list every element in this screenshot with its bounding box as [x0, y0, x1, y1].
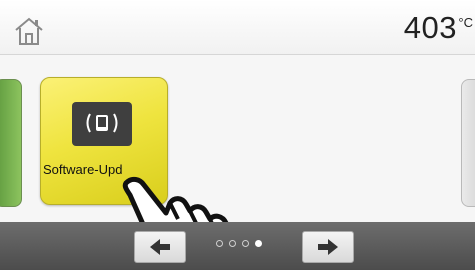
arrow-left-icon: [150, 239, 170, 255]
home-button[interactable]: [12, 16, 46, 46]
page-indicator: [216, 240, 276, 252]
page-dot-3: [242, 240, 249, 247]
page-dot-2: [229, 240, 236, 247]
tile-carousel: Software-Upd: [0, 55, 475, 270]
temperature-unit: °C: [458, 15, 473, 30]
temperature-value: 403: [403, 10, 457, 45]
oven-display-screen: 403 °C Software-Upd: [0, 0, 475, 270]
page-dot-4-active: [255, 240, 262, 247]
top-bar: 403 °C: [0, 0, 475, 55]
page-dot-1: [216, 240, 223, 247]
previous-page-button[interactable]: [134, 231, 186, 263]
previous-tile-partial[interactable]: [0, 79, 22, 207]
arrow-right-icon: [318, 239, 338, 255]
next-tile-partial[interactable]: [461, 79, 475, 207]
bottom-navigation-bar: [0, 222, 475, 270]
home-icon: [15, 17, 43, 45]
next-page-button[interactable]: [302, 231, 354, 263]
software-update-icon: [72, 102, 132, 146]
